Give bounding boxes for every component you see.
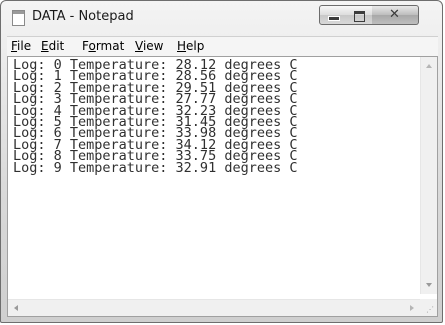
menu-view[interactable]: View	[135, 39, 163, 53]
menu-bar: File Edit Format View Help	[7, 36, 438, 56]
close-button[interactable]: ✕	[372, 5, 419, 25]
close-icon: ✕	[389, 7, 400, 22]
horizontal-scrollbar[interactable]	[8, 299, 420, 316]
notepad-icon[interactable]	[12, 10, 25, 26]
maximize-icon	[354, 11, 365, 22]
minimize-button[interactable]	[319, 5, 347, 25]
menu-format[interactable]: Format	[82, 39, 124, 53]
scroll-up-icon[interactable]	[426, 64, 432, 68]
editor-area[interactable]: Log: 0 Temperature: 28.12 degrees C Log:…	[7, 56, 438, 317]
title-bar[interactable]: DATA - Notepad ✕	[1, 1, 442, 35]
text-line: Log: 9 Temperature: 32.91 degrees C	[13, 159, 298, 176]
size-grip[interactable]: ⋰	[420, 299, 437, 316]
resize-grip-icon: ⋰	[426, 305, 434, 314]
notepad-window: DATA - Notepad ✕ File Edit Format View H…	[0, 0, 443, 323]
vertical-scrollbar[interactable]	[420, 57, 437, 294]
menu-file[interactable]: File	[11, 39, 31, 53]
scroll-right-icon[interactable]	[410, 305, 414, 311]
text-content[interactable]: Log: 0 Temperature: 28.12 degrees C Log:…	[8, 57, 420, 294]
scroll-down-icon[interactable]	[426, 283, 432, 287]
window-title: DATA - Notepad	[32, 9, 134, 24]
scroll-left-icon[interactable]	[14, 305, 18, 311]
menu-edit[interactable]: Edit	[41, 39, 64, 53]
minimize-icon	[328, 16, 340, 21]
maximize-button[interactable]	[346, 5, 373, 25]
menu-help[interactable]: Help	[177, 39, 204, 53]
